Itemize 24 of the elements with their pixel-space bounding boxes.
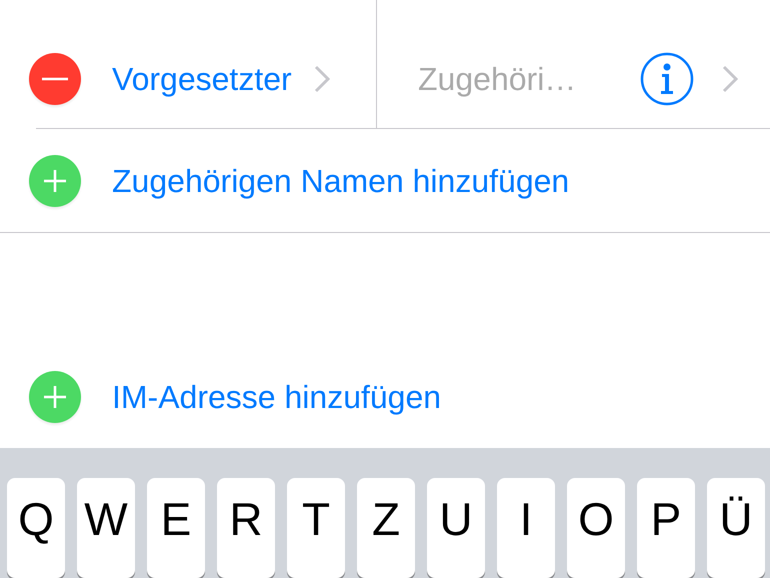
keyboard-key[interactable]: W bbox=[77, 478, 135, 578]
minus-icon bbox=[42, 77, 68, 82]
keyboard-key[interactable]: Ü bbox=[707, 478, 765, 578]
keyboard-key[interactable]: E bbox=[147, 478, 205, 578]
keyboard-key[interactable]: Q bbox=[7, 478, 65, 578]
keyboard-key[interactable]: Z bbox=[357, 478, 415, 578]
info-icon[interactable] bbox=[640, 52, 694, 106]
label-picker[interactable]: Vorgesetzter bbox=[112, 55, 292, 104]
chevron-icon bbox=[314, 65, 330, 94]
delete-button[interactable] bbox=[29, 53, 81, 106]
add-button[interactable] bbox=[29, 371, 81, 424]
keyboard-key[interactable]: R bbox=[217, 478, 275, 578]
keyboard-key[interactable]: O bbox=[567, 478, 625, 578]
plus-icon bbox=[42, 384, 68, 410]
keyboard-key[interactable]: P bbox=[637, 478, 695, 578]
chevron-icon bbox=[722, 65, 738, 94]
keyboard-key[interactable]: T bbox=[287, 478, 345, 578]
keyboard-key[interactable]: I bbox=[497, 478, 555, 578]
plus-icon bbox=[42, 168, 68, 194]
add-button[interactable] bbox=[29, 154, 81, 207]
add-row-label[interactable]: IM-Adresse hinzufügen bbox=[112, 373, 442, 422]
keyboard-key[interactable]: U bbox=[427, 478, 485, 578]
add-row-label[interactable]: Zugehörigen Namen hinzufügen bbox=[112, 156, 570, 205]
name-field[interactable]: Zugehöri… bbox=[418, 55, 618, 104]
